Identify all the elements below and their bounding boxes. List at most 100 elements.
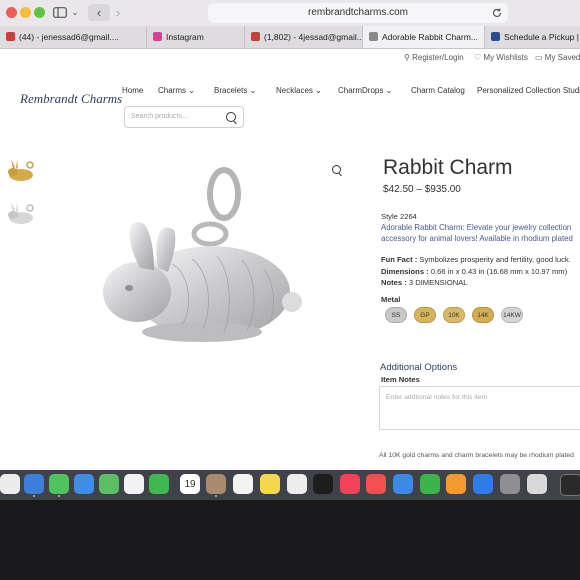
tab-label: Instagram xyxy=(166,32,204,42)
metal-option-ss[interactable]: SS xyxy=(385,307,407,323)
nav-label: CharmDrops xyxy=(338,86,384,95)
search-input[interactable]: Search products... xyxy=(131,113,188,120)
running-indicator xyxy=(215,495,217,497)
iphone-mirroring-icon[interactable] xyxy=(527,474,547,494)
minimize-window-button[interactable] xyxy=(20,7,31,18)
notes-label: Notes : xyxy=(381,278,407,287)
tab-bar: (44) - jenessad6@gmail.... Instagram (1,… xyxy=(0,26,580,49)
zoom-icon[interactable] xyxy=(332,165,341,174)
maps-icon[interactable] xyxy=(99,474,119,494)
keynote-icon[interactable] xyxy=(393,474,413,494)
launchpad-icon[interactable] xyxy=(0,474,20,494)
music-icon[interactable] xyxy=(340,474,360,494)
usps-icon xyxy=(491,32,500,41)
desk-background xyxy=(0,500,580,580)
product-style: Style 2264 xyxy=(381,212,417,221)
heart-icon: ♡ xyxy=(474,53,484,62)
tab-gmail-1[interactable]: (44) - jenessad6@gmail.... xyxy=(0,26,147,48)
chevron-down-icon: ⌄ xyxy=(315,86,322,95)
nav-charmdrops[interactable]: CharmDrops ⌄ xyxy=(338,86,392,95)
gmail-icon xyxy=(6,32,15,41)
safari-icon[interactable] xyxy=(24,474,44,494)
chevron-down-icon: ⌄ xyxy=(249,86,257,95)
contacts-icon[interactable] xyxy=(206,474,226,494)
metal-label: Metal xyxy=(381,295,401,304)
terminal-icon[interactable] xyxy=(560,474,580,496)
nav-personalized-studio[interactable]: Personalized Collection Studio xyxy=(477,86,580,95)
gmail-icon xyxy=(251,32,260,41)
notes-value: 3 DIMENSIONAL xyxy=(408,278,468,287)
notes: Notes : 3 DIMENSIONAL xyxy=(381,278,468,287)
product-image[interactable] xyxy=(92,164,312,364)
item-notes-label: Item Notes xyxy=(381,375,420,384)
product-price: $42.50 – $935.00 xyxy=(383,184,461,195)
search-icon[interactable] xyxy=(226,112,236,122)
zoom-window-button[interactable] xyxy=(34,7,45,18)
facetime-icon[interactable] xyxy=(149,474,169,494)
nav-label: Bracelets xyxy=(214,86,248,95)
metal-option-14k[interactable]: 14K xyxy=(472,307,494,323)
messages-icon[interactable] xyxy=(49,474,69,494)
product-title: Rabbit Charm xyxy=(383,156,513,179)
dimensions-value: 0.66 in x 0.43 in (16.68 mm x 10.97 mm) xyxy=(430,267,568,276)
wishlists-label: My Wishlists xyxy=(483,53,528,62)
metal-option-gp[interactable]: GP xyxy=(414,307,436,323)
chevron-down-icon: ⌄ xyxy=(188,86,195,95)
fun-fact: Fun Fact : Symbolizes prosperity and fer… xyxy=(381,255,571,264)
tab-usps[interactable]: Schedule a Pickup | USPS xyxy=(485,26,580,48)
saved-icon: ▭ xyxy=(535,53,545,62)
close-window-button[interactable] xyxy=(6,7,17,18)
mail-icon[interactable] xyxy=(74,474,94,494)
numbers-icon[interactable] xyxy=(420,474,440,494)
chevron-down-icon[interactable]: ⌄ xyxy=(70,4,80,21)
address-bar[interactable]: rembrandtcharms.com xyxy=(208,3,508,23)
site-logo[interactable]: Rembrandt Charms xyxy=(20,91,122,107)
browser-toolbar: ⌄ ‹ › rembrandtcharms.com xyxy=(0,0,580,27)
fun-fact-value: Symbolizes prosperity and fertility, goo… xyxy=(419,255,571,264)
tab-instagram[interactable]: Instagram xyxy=(147,26,245,48)
notes-icon[interactable] xyxy=(260,474,280,494)
saved-link[interactable]: ▭ My Saved xyxy=(535,53,580,62)
news-icon[interactable] xyxy=(366,474,386,494)
nav-bracelets[interactable]: Bracelets ⌄ xyxy=(214,86,256,95)
thumbnail-silver[interactable] xyxy=(4,194,40,232)
thumbnail-gold[interactable] xyxy=(4,151,40,189)
instagram-icon xyxy=(153,32,162,41)
fun-fact-label: Fun Fact : xyxy=(381,255,418,264)
nav-charms[interactable]: Charms ⌄ xyxy=(158,86,195,95)
tab-label: (44) - jenessad6@gmail.... xyxy=(19,32,119,42)
nav-charm-catalog[interactable]: Charm Catalog xyxy=(411,86,465,95)
product-description-line2: accessory for animal lovers! Available i… xyxy=(381,234,573,243)
nav-label: Charms xyxy=(158,86,187,95)
reload-icon[interactable] xyxy=(490,4,504,21)
metal-option-10k[interactable]: 10K xyxy=(443,307,465,323)
app-store-icon[interactable] xyxy=(473,474,493,494)
register-login-link[interactable]: ⚲ Register/Login xyxy=(404,53,464,62)
item-notes-placeholder: Enter addtional notes for this item xyxy=(386,394,488,401)
back-button[interactable]: ‹ xyxy=(88,4,110,21)
tab-rabbit-charm[interactable]: Adorable Rabbit Charm... xyxy=(363,26,485,48)
screen: ⌄ ‹ › rembrandtcharms.com (44) - jenessa… xyxy=(0,0,580,470)
forward-button[interactable]: › xyxy=(110,4,126,21)
sidebar-icon[interactable] xyxy=(50,4,70,21)
search-box[interactable]: Search products... xyxy=(124,106,244,128)
photos-icon[interactable] xyxy=(124,474,144,494)
wishlists-link[interactable]: ♡ My Wishlists xyxy=(474,53,528,62)
nav-necklaces[interactable]: Necklaces ⌄ xyxy=(276,86,322,95)
website: ⚲ Register/Login ♡ My Wishlists ▭ My Sav… xyxy=(0,49,580,470)
item-notes-field[interactable]: Enter addtional notes for this item xyxy=(379,386,580,430)
freeform-icon[interactable] xyxy=(287,474,307,494)
pages-icon[interactable] xyxy=(446,474,466,494)
tv-icon[interactable] xyxy=(313,474,333,494)
metal-option-14kw[interactable]: 14KW xyxy=(501,307,523,323)
tab-close-icon[interactable] xyxy=(369,32,378,41)
reminders-icon[interactable] xyxy=(233,474,253,494)
tab-gmail-2[interactable]: (1,802) - 4jessad@gmail.... xyxy=(245,26,363,48)
nav-home[interactable]: Home xyxy=(122,86,143,95)
tab-label: Adorable Rabbit Charm... xyxy=(382,32,478,42)
tab-label: (1,802) - 4jessad@gmail.... xyxy=(264,32,363,42)
rhodium-note: All 10K gold charms and charm bracelets … xyxy=(379,452,574,459)
saved-label: My Saved xyxy=(544,53,580,62)
settings-icon[interactable] xyxy=(500,474,520,494)
calendar-icon[interactable]: 19 xyxy=(180,474,200,494)
